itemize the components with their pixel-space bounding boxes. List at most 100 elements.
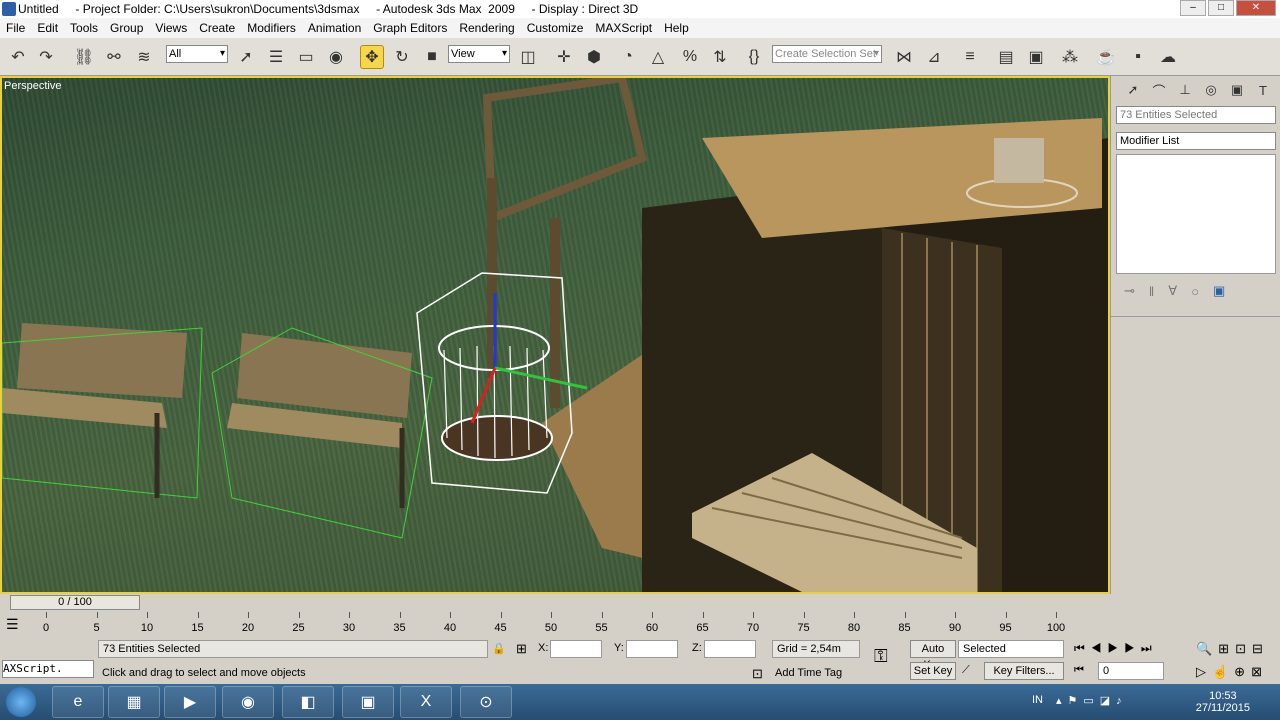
menu-customize[interactable]: Customize — [521, 21, 590, 35]
maximize-button[interactable]: □ — [1208, 0, 1234, 16]
create-tab-icon[interactable]: ➚ — [1123, 80, 1143, 100]
quick-render-icon[interactable]: ☁ — [1156, 45, 1180, 69]
key-mode-toggle-icon[interactable]: ⏮ — [1074, 664, 1084, 677]
snaps-toggle-icon[interactable]: ◔ — [616, 45, 640, 69]
lock-selection-icon[interactable]: 🔒 — [492, 642, 506, 655]
y-coordinate-field[interactable] — [626, 640, 678, 658]
perspective-viewport[interactable]: Perspective — [0, 76, 1110, 594]
select-manipulate-icon[interactable]: ✛ — [552, 45, 576, 69]
selection-name-field[interactable]: 73 Entities Selected — [1116, 106, 1276, 124]
modify-tab-icon[interactable]: ⌒ — [1149, 80, 1169, 100]
close-button[interactable]: ✕ — [1236, 0, 1276, 16]
reference-coordinate-dropdown[interactable]: View — [448, 45, 510, 63]
set-key-button[interactable]: Set Key — [910, 662, 956, 680]
motion-tab-icon[interactable]: ◎ — [1201, 80, 1221, 100]
select-and-scale-icon[interactable]: ■ — [420, 45, 444, 69]
internet-explorer-icon[interactable]: e — [52, 686, 104, 718]
system-tray-icons[interactable]: ▴⚑▭◪♪ — [1056, 694, 1128, 707]
excel-icon[interactable]: X — [400, 686, 452, 718]
mirror-icon[interactable]: ⋈ — [892, 45, 916, 69]
menu-maxscript[interactable]: MAXScript — [589, 21, 658, 35]
hierarchy-tab-icon[interactable]: ⊥ — [1175, 80, 1195, 100]
media-player-icon[interactable]: ▶ — [164, 686, 216, 718]
orbit-pan-controls[interactable]: ▷☝⊕⊠ — [1196, 664, 1268, 680]
make-unique-icon[interactable]: ∀ — [1168, 283, 1177, 299]
redo-icon[interactable]: ↷ — [34, 45, 58, 69]
add-time-tag-icon[interactable]: ⊡ — [752, 666, 763, 682]
menu-views[interactable]: Views — [149, 21, 193, 35]
rendered-frame-window-icon[interactable]: ▪ — [1126, 45, 1150, 69]
menu-modifiers[interactable]: Modifiers — [241, 21, 302, 35]
menu-animation[interactable]: Animation — [302, 21, 367, 35]
recorder-icon[interactable]: ⊙ — [460, 686, 512, 718]
keyboard-shortcut-icon[interactable]: ⬢ — [582, 45, 606, 69]
menu-help[interactable]: Help — [658, 21, 695, 35]
modifier-stack[interactable] — [1116, 154, 1276, 274]
frame-ruler[interactable]: 0 5 10 15 20 25 30 35 40 45 50 55 60 65 70 75 80 85 90 95 10… — [43, 612, 1066, 638]
current-frame-field[interactable]: 0 — [1098, 662, 1164, 680]
render-setup-icon[interactable]: ☕ — [1094, 45, 1118, 69]
playback-controls[interactable]: ⏮◀▶▶⏭ — [1074, 641, 1158, 656]
layer-manager-icon[interactable]: ≡ — [958, 45, 982, 69]
firefox-icon[interactable]: ◉ — [222, 686, 274, 718]
menu-edit[interactable]: Edit — [31, 21, 64, 35]
viewport-navigation-controls[interactable]: 🔍⊞⊡⊟ — [1196, 641, 1269, 657]
undo-icon[interactable]: ↶ — [6, 45, 30, 69]
track-bar[interactable]: ☰ 0 5 10 15 20 25 30 35 40 45 50 55 60 65 70 75 80 85 90 95… — [0, 612, 1110, 638]
display-tab-icon[interactable]: ▣ — [1227, 80, 1247, 100]
key-mode-dropdown[interactable]: Selected — [958, 640, 1064, 658]
percent-snap-icon[interactable]: % — [678, 45, 702, 69]
add-time-tag[interactable]: Add Time Tag — [775, 667, 842, 679]
utilities-tab-icon[interactable]: T — [1253, 80, 1273, 100]
ruler-tick — [96, 612, 98, 618]
show-end-result-icon[interactable]: ‖ — [1149, 284, 1154, 299]
unlink-icon[interactable]: ⚯ — [102, 45, 126, 69]
menu-rendering[interactable]: Rendering — [453, 21, 520, 35]
auto-key-button[interactable]: Auto Key — [910, 640, 956, 671]
angle-snap-icon[interactable]: △ — [646, 45, 670, 69]
spinner-snap-icon[interactable]: ⇅ — [708, 45, 732, 69]
viewport-label[interactable]: Perspective — [4, 80, 61, 92]
menu-graph-editors[interactable]: Graph Editors — [367, 21, 453, 35]
minimize-button[interactable]: – — [1180, 0, 1206, 16]
set-key-mode-icon[interactable]: ⚿ — [874, 646, 888, 667]
select-link-icon[interactable]: ⛓ — [72, 45, 96, 69]
rectangular-selection-icon[interactable]: ▭ — [294, 45, 318, 69]
configure-modifier-sets-icon[interactable]: ▣ — [1213, 283, 1225, 299]
default-in-out-tangents-icon[interactable]: ⟋ — [962, 664, 970, 677]
menu-create[interactable]: Create — [193, 21, 241, 35]
clock[interactable]: 10:53 27/11/2015 — [1196, 690, 1250, 714]
select-and-rotate-icon[interactable]: ↻ — [390, 45, 414, 69]
window-crossing-icon[interactable]: ◉ — [324, 45, 348, 69]
select-object-icon[interactable]: ➚ — [234, 45, 258, 69]
edit-named-sets-icon[interactable]: {} — [742, 45, 766, 69]
select-and-move-icon[interactable]: ✥ — [360, 45, 384, 69]
pin-stack-icon[interactable]: ⊸ — [1124, 283, 1135, 299]
select-by-name-icon[interactable]: ☰ — [264, 45, 288, 69]
language-indicator[interactable]: IN — [1032, 694, 1043, 706]
3dsmax-taskbar-icon[interactable]: ▣ — [342, 686, 394, 718]
mini-curve-editor-icon[interactable]: ☰ — [6, 616, 19, 633]
time-slider[interactable]: 0 / 100 — [10, 595, 140, 610]
maxscript-listener[interactable]: AXScript. — [2, 660, 94, 678]
key-filters-button[interactable]: Key Filters... — [984, 662, 1064, 680]
menu-tools[interactable]: Tools — [64, 21, 104, 35]
start-button[interactable] — [6, 687, 36, 717]
material-editor-icon[interactable]: ⁂ — [1058, 45, 1082, 69]
menu-file[interactable]: File — [0, 21, 31, 35]
named-selection-sets-dropdown[interactable]: Create Selection Set — [772, 45, 882, 63]
file-explorer-icon[interactable]: ▦ — [108, 686, 160, 718]
remove-modifier-icon[interactable]: ○ — [1191, 284, 1199, 299]
schematic-view-icon[interactable]: ▣ — [1024, 45, 1048, 69]
curve-editor-icon[interactable]: ▤ — [994, 45, 1018, 69]
absolute-mode-icon[interactable]: ⊞ — [516, 641, 527, 657]
pivot-center-icon[interactable]: ◫ — [516, 45, 540, 69]
modifier-list-dropdown[interactable]: Modifier List — [1116, 132, 1276, 150]
align-icon[interactable]: ⊿ — [922, 45, 946, 69]
bind-space-warp-icon[interactable]: ≋ — [132, 45, 156, 69]
x-coordinate-field[interactable] — [550, 640, 602, 658]
z-coordinate-field[interactable] — [704, 640, 756, 658]
app-window-icon[interactable]: ◧ — [282, 686, 334, 718]
selection-filter-dropdown[interactable]: All — [166, 45, 228, 63]
menu-group[interactable]: Group — [104, 21, 149, 35]
